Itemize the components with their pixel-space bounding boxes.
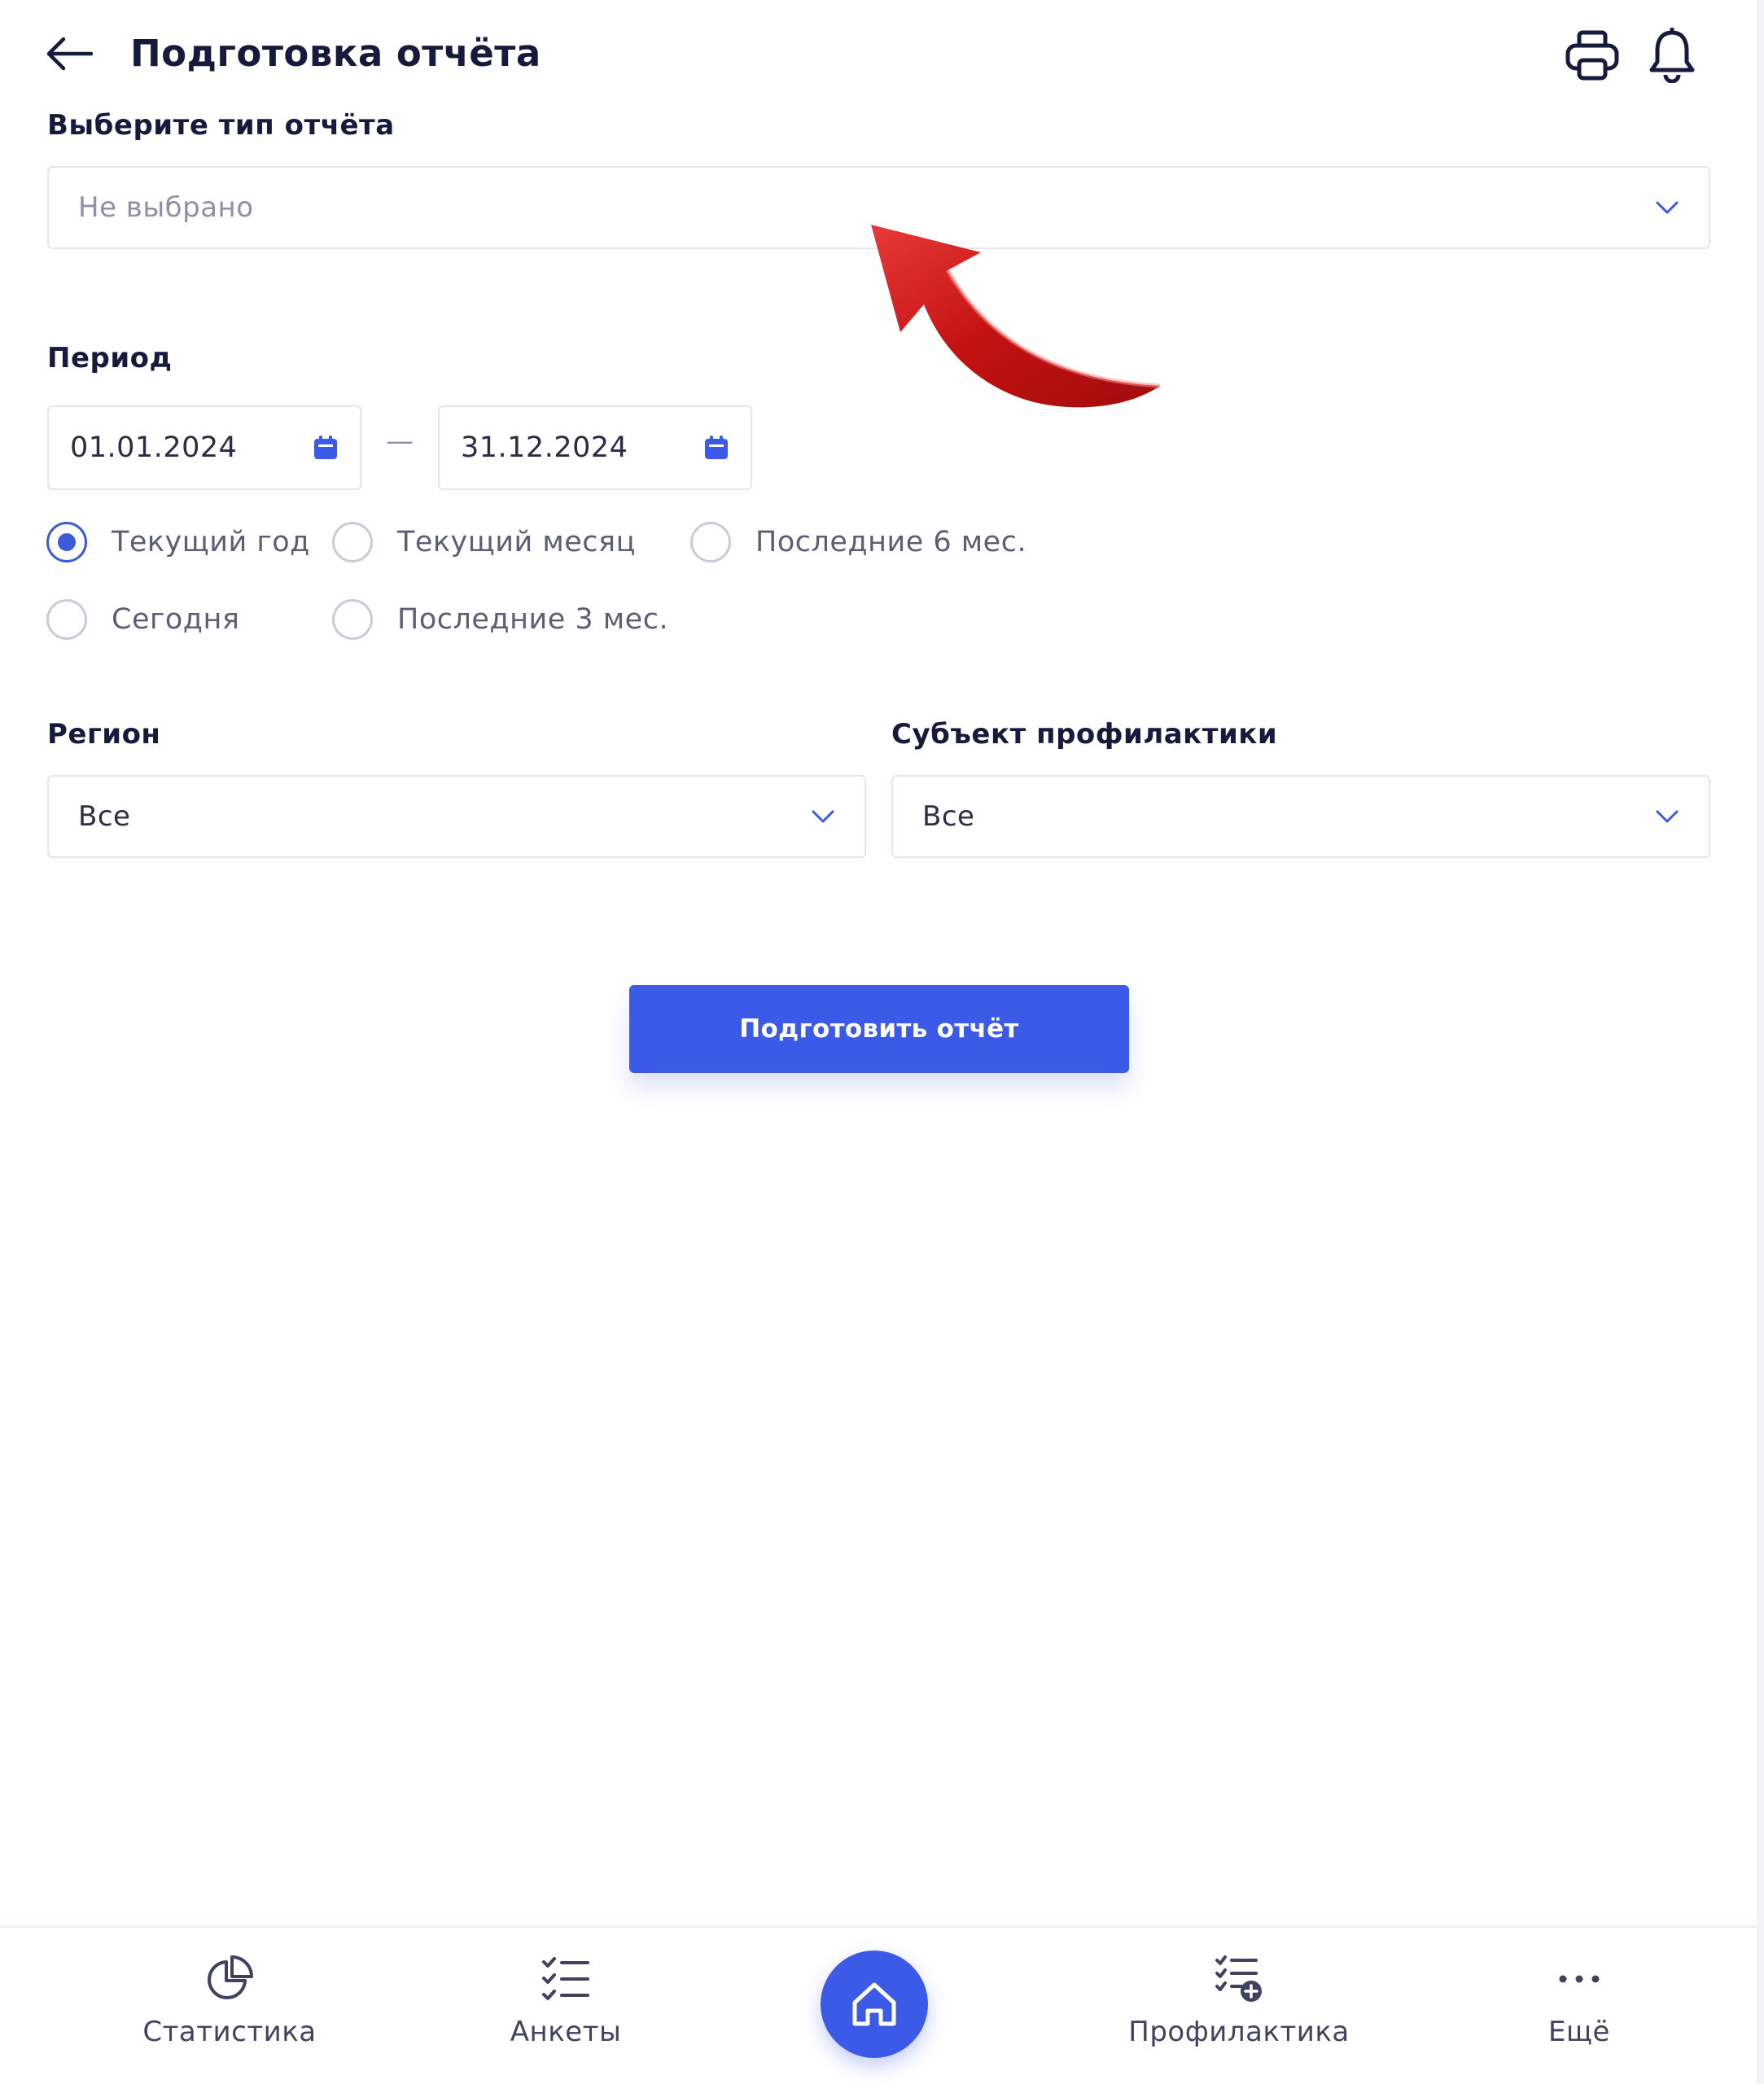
- bell-icon: [1649, 28, 1695, 83]
- date-to-value: 31.12.2024: [461, 431, 628, 464]
- region-value: Все: [78, 800, 131, 833]
- radio-button[interactable]: [46, 599, 87, 640]
- subject-select[interactable]: Все: [891, 775, 1710, 858]
- back-arrow-icon: [46, 37, 93, 71]
- radio-current-month[interactable]: Текущий месяц: [332, 522, 636, 563]
- report-type-label: Выберите тип отчёта: [47, 109, 395, 142]
- nav-label: Профилактика: [1128, 2016, 1350, 2048]
- annotation-arrow-icon: [871, 225, 1161, 408]
- radio-current-year[interactable]: Текущий год: [46, 522, 310, 563]
- radio-last-6-months[interactable]: Последние 6 мес.: [690, 522, 1026, 563]
- date-from-field[interactable]: 01.01.2024: [47, 405, 361, 490]
- checklist-icon: [542, 1957, 589, 2000]
- nav-label: Статистика: [142, 2016, 317, 2048]
- nav-item-prevention[interactable]: Профилактика: [1125, 1954, 1353, 2048]
- prepare-report-button[interactable]: Подготовить отчёт: [629, 985, 1129, 1073]
- nav-item-home[interactable]: [821, 1950, 928, 2058]
- radio-label: Сегодня: [112, 603, 240, 636]
- subject-label: Субъект профилактики: [891, 718, 1278, 751]
- printer-icon: [1565, 30, 1619, 81]
- print-button[interactable]: [1560, 24, 1625, 86]
- chevron-down-icon: [1656, 810, 1679, 823]
- radio-today[interactable]: Сегодня: [46, 599, 239, 640]
- back-button[interactable]: [39, 29, 98, 78]
- report-type-placeholder: Не выбрано: [78, 191, 254, 224]
- nav-label: Анкеты: [510, 2016, 622, 2048]
- radio-label: Текущий месяц: [397, 526, 636, 558]
- nav-item-questionnaires[interactable]: Анкеты: [480, 1954, 651, 2048]
- subject-value: Все: [922, 800, 975, 833]
- radio-last-3-months[interactable]: Последние 3 мес.: [332, 599, 668, 640]
- date-range-separator: —: [386, 425, 414, 458]
- nav-label: Ещё: [1548, 2016, 1610, 2048]
- radio-button[interactable]: [332, 599, 373, 640]
- radio-label: Последние 3 мес.: [397, 603, 669, 636]
- more-dots-icon: [1559, 1975, 1600, 1983]
- radio-button-checked[interactable]: [46, 522, 87, 563]
- radio-button[interactable]: [690, 522, 731, 563]
- pie-chart-icon: [208, 1955, 253, 1999]
- nav-item-statistics[interactable]: Статистика: [138, 1954, 321, 2048]
- home-icon: [852, 1982, 896, 2026]
- calendar-icon[interactable]: [703, 435, 729, 461]
- radio-button[interactable]: [332, 522, 373, 563]
- chevron-down-icon: [1656, 201, 1679, 214]
- chevron-down-icon: [812, 810, 834, 823]
- date-from-value: 01.01.2024: [70, 431, 238, 464]
- scrollbar-track: [1757, 0, 1764, 2084]
- notifications-button[interactable]: [1639, 24, 1705, 86]
- region-select[interactable]: Все: [47, 775, 866, 858]
- calendar-icon[interactable]: [313, 435, 339, 461]
- region-label: Регион: [47, 718, 161, 751]
- period-label: Период: [47, 342, 173, 374]
- checklist-add-icon: [1215, 1955, 1262, 2002]
- nav-item-more[interactable]: Ещё: [1530, 1954, 1628, 2048]
- radio-label: Последние 6 мес.: [755, 526, 1027, 558]
- page-title: Подготовка отчёта: [130, 32, 541, 75]
- radio-label: Текущий год: [112, 526, 310, 558]
- date-to-field[interactable]: 31.12.2024: [438, 405, 752, 490]
